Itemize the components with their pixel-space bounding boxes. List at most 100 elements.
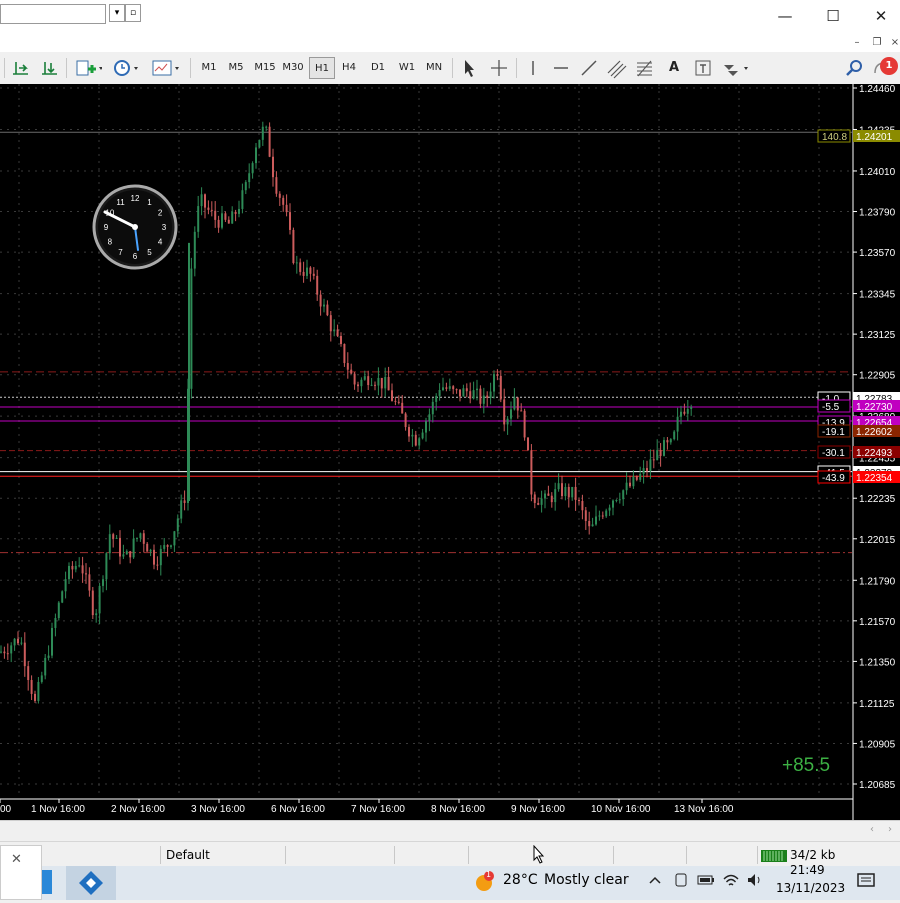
minimize-button[interactable]: — xyxy=(763,4,807,28)
price-axis-label: 1.24460 xyxy=(859,84,896,95)
metatrader-taskbar-icon[interactable] xyxy=(66,866,116,900)
candle-body xyxy=(51,627,53,656)
time-axis-label: 6 Nov 16:00 xyxy=(271,804,325,815)
candle-body xyxy=(221,213,223,228)
candle-body xyxy=(506,418,509,425)
candle-body xyxy=(479,388,482,404)
trendline-icon[interactable] xyxy=(578,57,600,79)
clock-number: 2 xyxy=(158,209,163,218)
indicators-add-icon[interactable] xyxy=(74,57,103,79)
timeframe-m1[interactable]: M1 xyxy=(196,57,222,79)
timeframe-w1[interactable]: W1 xyxy=(394,57,420,79)
candle-body xyxy=(527,437,529,451)
candle-body xyxy=(85,573,87,575)
timeframe-m15[interactable]: M15 xyxy=(252,57,278,79)
candle-body xyxy=(173,531,176,546)
timeframe-d1[interactable]: D1 xyxy=(365,57,391,79)
scroll-left-icon[interactable]: ‹ xyxy=(870,824,874,835)
candle-body xyxy=(690,406,693,409)
candle-body xyxy=(496,374,499,376)
candle-body xyxy=(316,275,319,295)
notification-center-icon[interactable] xyxy=(857,872,875,893)
weather-temperature[interactable]: 28°C xyxy=(503,872,538,888)
fibonacci-icon[interactable] xyxy=(634,57,658,79)
order-profit-label: -5.5 xyxy=(822,402,840,413)
battery-icon[interactable] xyxy=(697,873,715,890)
price-chart[interactable]: 1.244601.242351.240101.237901.235701.233… xyxy=(0,84,900,820)
mouse-cursor-icon xyxy=(533,844,547,868)
candle-body xyxy=(323,304,325,307)
maximize-button[interactable]: ☐ xyxy=(811,4,855,28)
candle-body xyxy=(71,565,74,570)
candle-body xyxy=(176,518,179,532)
candle-body xyxy=(557,483,560,490)
mdi-minimize-button[interactable]: – xyxy=(848,35,866,51)
timeframe-m30[interactable]: M30 xyxy=(280,57,306,79)
search-icon[interactable] xyxy=(844,57,866,79)
notifications-icon[interactable]: 1 xyxy=(872,57,900,79)
candle-body xyxy=(431,401,434,415)
candle-body xyxy=(207,207,210,210)
weather-icon[interactable] xyxy=(472,870,496,897)
candle-body xyxy=(503,399,506,425)
timeframe-mn[interactable]: MN xyxy=(421,57,447,79)
mdi-close-button[interactable]: × xyxy=(886,35,900,51)
weather-condition[interactable]: Mostly clear xyxy=(544,872,629,888)
volume-icon[interactable] xyxy=(746,872,764,891)
candle-body xyxy=(574,486,577,501)
candle-body xyxy=(340,336,342,344)
account-combo[interactable] xyxy=(0,4,106,24)
scroll-right-icon[interactable]: › xyxy=(888,824,892,835)
timeframe-h1[interactable]: H1 xyxy=(309,57,335,79)
toolbar-separator xyxy=(66,58,67,78)
taskbar-time[interactable]: 21:49 xyxy=(790,863,825,877)
crosshair-icon[interactable] xyxy=(488,57,510,79)
timeframe-h4[interactable]: H4 xyxy=(336,57,362,79)
order-profit-label: -30.1 xyxy=(822,448,845,459)
candle-body xyxy=(180,500,183,519)
arrows-dropdown-icon[interactable] xyxy=(720,57,752,79)
candle-body xyxy=(306,267,308,276)
periods-clock-icon[interactable] xyxy=(111,57,141,79)
combo-restore-button[interactable]: ▫ xyxy=(125,4,141,22)
candle-body xyxy=(64,579,67,592)
equidistant-channel-icon[interactable] xyxy=(605,57,629,79)
combo-dropdown-button[interactable]: ▾ xyxy=(109,4,125,22)
horizontal-line-icon[interactable] xyxy=(550,57,572,79)
autoscroll-icon[interactable] xyxy=(10,57,32,79)
chevron-up-icon[interactable] xyxy=(647,872,663,891)
taskbar-date[interactable]: 13/11/2023 xyxy=(776,881,845,895)
popup-close-icon[interactable]: ✕ xyxy=(11,852,22,867)
text-label-icon[interactable] xyxy=(692,57,714,79)
toolbar-separator xyxy=(452,58,453,78)
text-tool-button[interactable]: A xyxy=(663,57,685,79)
popup-window[interactable]: ✕ xyxy=(0,845,42,900)
templates-icon[interactable] xyxy=(151,57,183,79)
candle-body xyxy=(47,655,50,658)
device-icon[interactable] xyxy=(673,872,689,891)
chart-shift-icon[interactable] xyxy=(39,57,61,79)
candle-body xyxy=(455,389,458,391)
candle-body xyxy=(153,549,155,565)
mdi-restore-button[interactable]: ❐ xyxy=(868,35,886,51)
candle-body xyxy=(343,343,346,364)
cursor-arrow-icon[interactable] xyxy=(458,57,480,79)
candle-body xyxy=(200,194,203,207)
candle-body xyxy=(462,388,465,397)
clock-center xyxy=(132,224,138,230)
candle-body xyxy=(680,411,682,417)
candle-body xyxy=(68,565,70,580)
candle-body xyxy=(10,645,13,654)
candle-body xyxy=(578,500,580,502)
chart-hscroll[interactable]: ‹ › xyxy=(0,820,900,841)
weather-badge: 1 xyxy=(486,870,492,879)
close-button[interactable]: ✕ xyxy=(859,4,900,28)
chart-toolbar: M1 M5 M15 M30 H1 H4 D1 W1 MN A 1 xyxy=(0,52,900,85)
price-axis-label: 1.22905 xyxy=(859,371,896,382)
candle-body xyxy=(241,190,244,209)
wifi-icon[interactable] xyxy=(722,872,740,891)
timeframe-m5[interactable]: M5 xyxy=(223,57,249,79)
time-axis-label: 1 Nov 16:00 xyxy=(31,804,85,815)
vertical-line-icon[interactable] xyxy=(522,57,544,79)
connection-bars-icon xyxy=(761,848,787,865)
